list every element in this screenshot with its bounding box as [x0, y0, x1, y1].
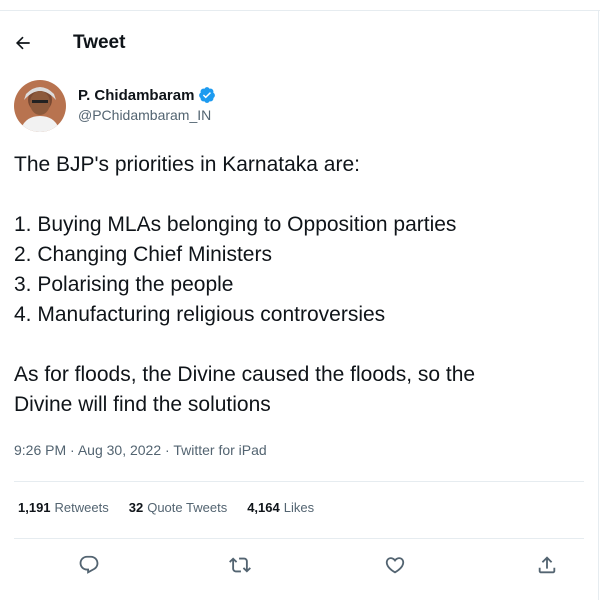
tweet-time[interactable]: 9:26 PM	[14, 442, 66, 458]
tweet-closing-line: As for floods, the Divine caused the flo…	[14, 363, 476, 386]
divider	[14, 481, 584, 482]
meta-separator: ·	[165, 442, 170, 458]
tweet-text: The BJP's priorities in Karnataka are: 1…	[14, 150, 584, 420]
avatar[interactable]	[14, 80, 66, 132]
reply-button[interactable]	[76, 552, 102, 578]
tweet-meta: 9:26 PM · Aug 30, 2022 · Twitter for iPa…	[14, 442, 267, 458]
share-button[interactable]	[534, 552, 560, 578]
avatar-image	[14, 80, 66, 132]
quote-tweets-stat[interactable]: 32 Quote Tweets	[129, 500, 227, 515]
tweet-list-item: 1. Buying MLAs belonging to Opposition p…	[14, 213, 457, 236]
tweet-author: P. Chidambaram @PChidambaram_IN	[14, 80, 216, 132]
retweets-label: Retweets	[54, 500, 109, 515]
like-button[interactable]	[382, 552, 408, 578]
tweet-intro: The BJP's priorities in Karnataka are:	[14, 153, 360, 176]
tweet-actions	[0, 548, 598, 582]
share-icon	[538, 556, 556, 574]
author-name-link[interactable]: P. Chidambaram	[78, 86, 378, 104]
author-display-name: P. Chidambaram	[78, 86, 195, 104]
likes-count: 4,164	[247, 500, 280, 515]
header: Tweet	[0, 22, 598, 62]
likes-stat[interactable]: 4,164 Likes	[247, 500, 314, 515]
tweet-list-item: 3. Polarising the people	[14, 273, 234, 296]
author-names: P. Chidambaram @PChidambaram_IN	[78, 86, 378, 123]
top-border	[0, 10, 600, 11]
divider	[14, 538, 584, 539]
tweet-closing-line: Divine will find the solutions	[14, 393, 271, 416]
retweets-count: 1,191	[18, 500, 51, 515]
heart-icon	[385, 557, 405, 574]
tweet-list-item: 4. Manufacturing religious controversies	[14, 303, 386, 326]
retweet-button[interactable]	[227, 552, 253, 578]
tweet-source[interactable]: Twitter for iPad	[173, 442, 266, 458]
likes-label: Likes	[283, 500, 315, 515]
tweet-stats: 1,191 Retweets 32 Quote Tweets 4,164 Likes	[18, 500, 314, 515]
author-handle[interactable]: @PChidambaram_IN	[78, 107, 378, 123]
quote-tweets-label: Quote Tweets	[147, 500, 228, 515]
tweet-list-item: 2. Changing Chief Ministers	[14, 243, 272, 266]
reply-icon	[79, 555, 99, 574]
meta-separator: ·	[70, 442, 75, 458]
back-button[interactable]	[10, 30, 36, 56]
page-title: Tweet	[73, 32, 126, 53]
retweet-icon	[229, 557, 251, 573]
right-border	[598, 10, 599, 600]
arrow-left-icon	[15, 36, 30, 50]
verified-badge-icon	[199, 87, 216, 103]
quote-tweets-count: 32	[128, 500, 144, 515]
tweet-date[interactable]: Aug 30, 2022	[78, 442, 161, 458]
retweets-stat[interactable]: 1,191 Retweets	[18, 500, 109, 515]
